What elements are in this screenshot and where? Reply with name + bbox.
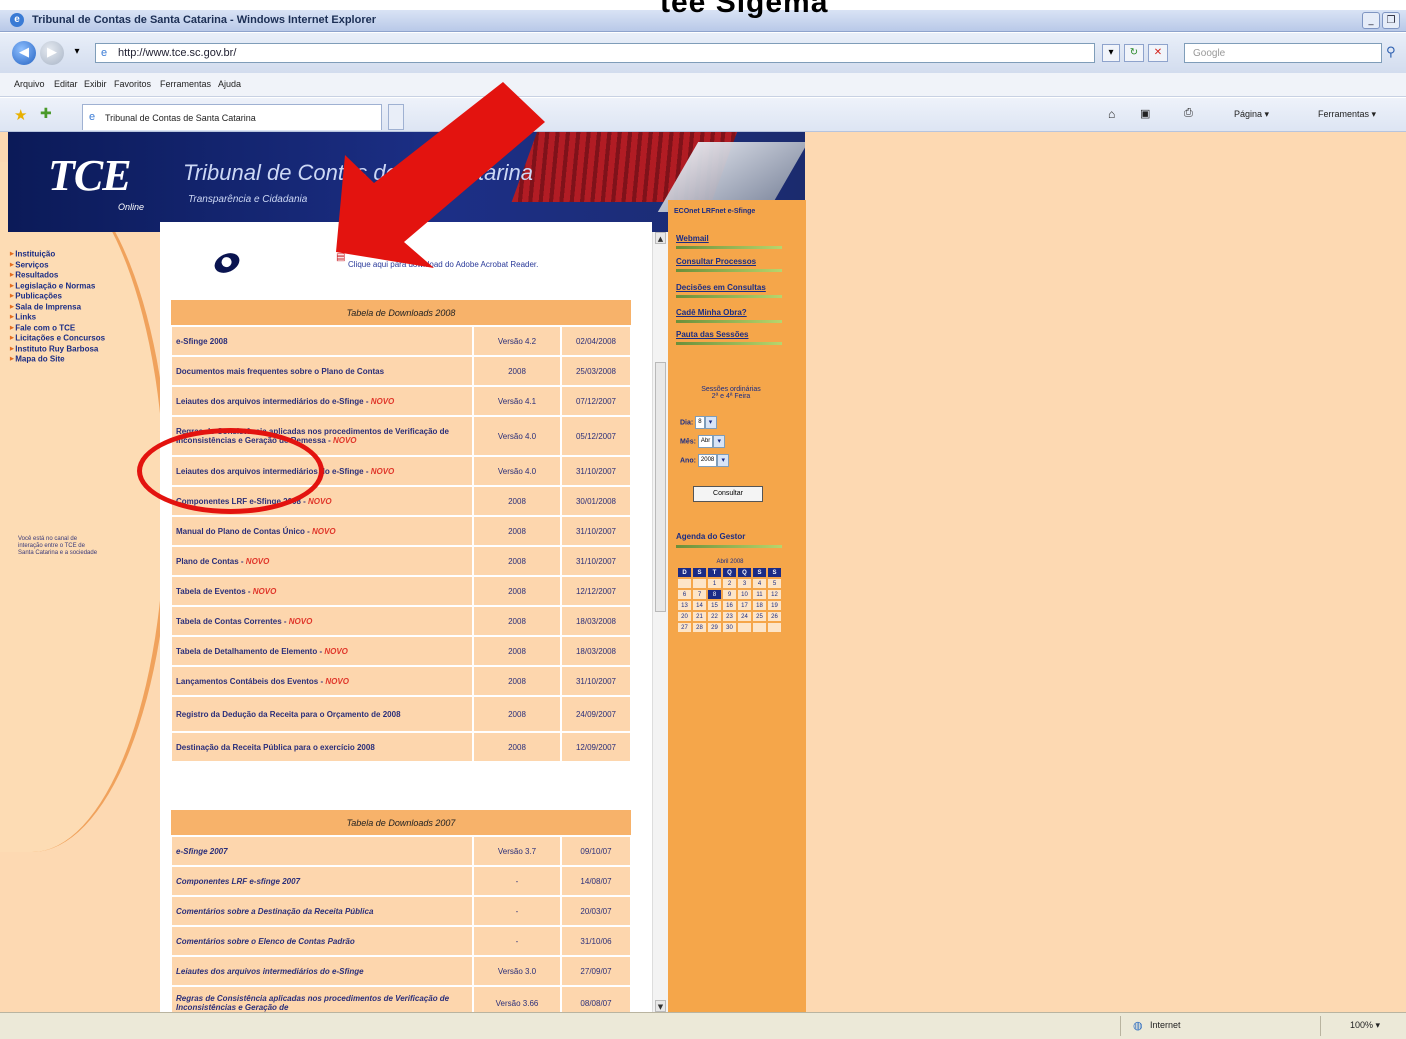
status-separator xyxy=(1320,1016,1321,1036)
zoom-value: 100% xyxy=(1350,1020,1374,1030)
status-separator xyxy=(1120,1016,1121,1036)
internet-zone-icon: ◍ xyxy=(1133,1019,1143,1032)
status-bar: ◍ Internet 100% ▾ xyxy=(0,1012,1406,1039)
zoom-level[interactable]: 100% ▾ xyxy=(1350,1020,1380,1031)
security-zone[interactable]: Internet xyxy=(1150,1020,1181,1030)
red-arrow-icon xyxy=(336,82,545,268)
slide-heading-fragment: tee Sigema xyxy=(660,0,829,19)
annotation-arrow xyxy=(336,82,545,268)
